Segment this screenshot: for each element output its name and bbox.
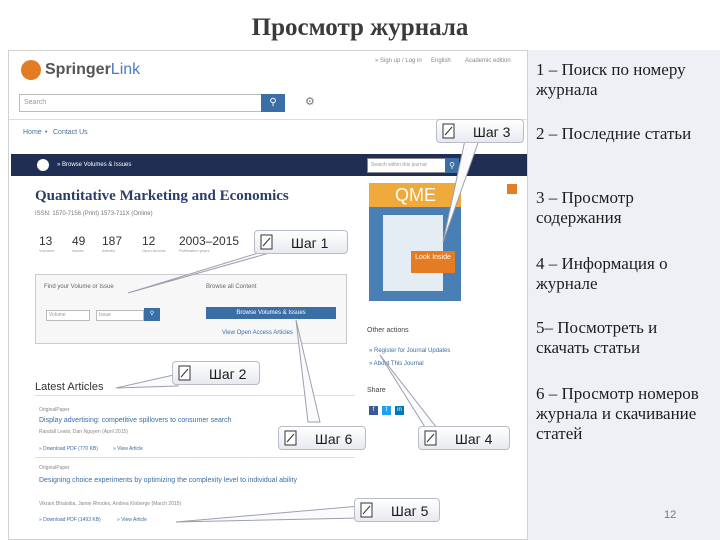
callout-step6: Шаг 6 [278, 426, 366, 450]
pointer-step6 [295, 319, 321, 423]
callout-step5: Шаг 5 [354, 498, 440, 522]
callout-step2: Шаг 2 [172, 361, 260, 385]
edit-note-icon [284, 430, 297, 446]
edit-note-icon [260, 234, 273, 250]
pointer-step5 [175, 505, 361, 523]
edit-note-icon [178, 365, 191, 381]
pointer-step4 [379, 354, 442, 433]
pointer-step3 [442, 139, 480, 243]
callout-step3: Шаг 3 [436, 119, 524, 143]
callout-pointers [115, 139, 480, 523]
edit-note-icon [442, 123, 455, 139]
callout-step1: Шаг 1 [254, 230, 348, 254]
edit-note-icon [360, 502, 373, 518]
callout-step4: Шаг 4 [418, 426, 510, 450]
pointer-step1 [127, 249, 281, 294]
pointer-step2 [115, 373, 179, 389]
edit-note-icon [424, 430, 437, 446]
